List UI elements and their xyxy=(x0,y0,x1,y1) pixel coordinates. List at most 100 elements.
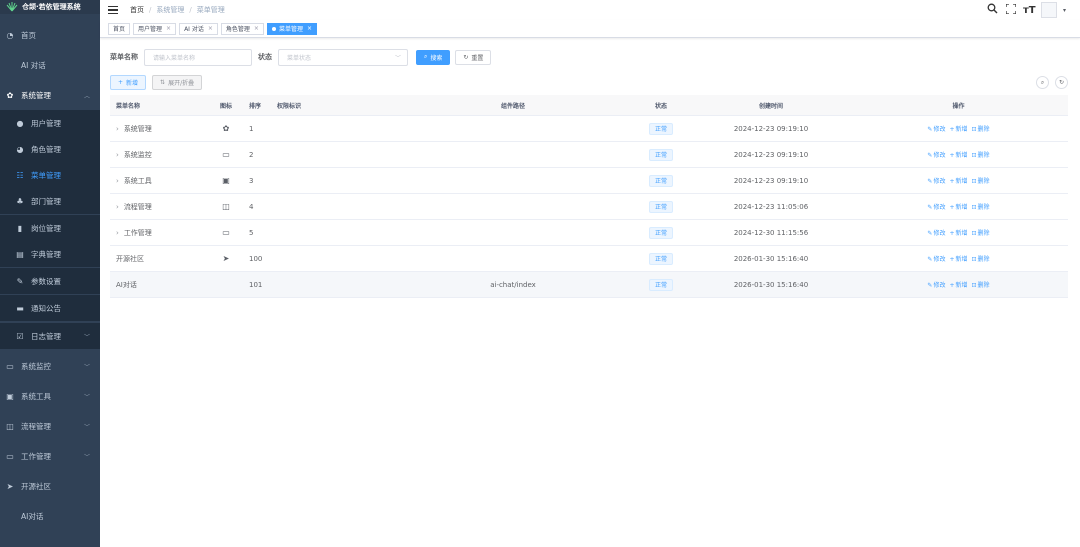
col-status: 状态 xyxy=(654,102,667,110)
tag-role[interactable]: 角色管理 × xyxy=(220,22,264,35)
sidebar-item-menu[interactable]: ☷ 菜单管理 xyxy=(0,162,100,188)
chevron-down-icon: ﹀ xyxy=(83,423,90,431)
table-row[interactable]: › 系统管理 ✿ 1 正常 2024-12-23 09:19:10 ✎修改 +新增 ⊡删除 xyxy=(110,116,1068,142)
hamburger-icon[interactable] xyxy=(108,6,118,14)
add-child-button[interactable]: +新增 xyxy=(949,176,967,185)
status-badge: 正常 xyxy=(648,148,673,161)
edit-button[interactable]: ✎修改 xyxy=(927,176,945,185)
add-button[interactable]: + 新增 xyxy=(110,75,147,90)
chevron-down-icon: ﹀ xyxy=(83,363,90,371)
toggle-search-button[interactable]: ⌕ xyxy=(1036,76,1049,89)
add-child-button[interactable]: +新增 xyxy=(949,124,967,133)
sidebar-item-ai-chat-2[interactable]: AI对话 xyxy=(0,503,100,529)
sidebar-item-monitor[interactable]: ▭ 系统监控 ﹀ xyxy=(0,353,100,379)
status-select[interactable]: 菜单状态 ﹀ xyxy=(278,48,408,66)
app-logo[interactable]: 仓颉·若依管理系统 xyxy=(0,0,100,14)
sidebar-item-tool[interactable]: ▣ 系统工具 ﹀ xyxy=(0,383,100,409)
add-child-button[interactable]: +新增 xyxy=(949,228,967,237)
sidebar-item-dict[interactable]: ▤ 字典管理 xyxy=(0,241,100,267)
edit-button[interactable]: ✎修改 xyxy=(927,150,945,159)
table-row[interactable]: › 系统工具 ▣ 3 正常 2024-12-23 09:19:10 ✎修改 +新增 ⊡删除 xyxy=(110,168,1068,194)
edit-button[interactable]: ✎修改 xyxy=(927,124,945,133)
tool-icon: ▣ xyxy=(6,391,14,401)
delete-button[interactable]: ⊡删除 xyxy=(972,124,990,133)
add-child-button[interactable]: +新增 xyxy=(949,202,967,211)
search-button[interactable]: ⌕ 搜索 xyxy=(416,49,451,65)
sidebar-item-flow[interactable]: ◫ 流程管理 ﹀ xyxy=(0,413,100,439)
edit-button[interactable]: ✎修改 xyxy=(927,254,945,263)
edit-button[interactable]: ✎修改 xyxy=(927,280,945,289)
fullscreen-icon[interactable] xyxy=(1005,2,1017,17)
close-icon[interactable]: × xyxy=(307,25,312,32)
caret-down-icon[interactable]: ▾ xyxy=(1063,7,1066,14)
add-child-button[interactable]: +新增 xyxy=(949,280,967,289)
menu-name-label: 菜单名称 xyxy=(110,53,138,61)
sidebar-item-dept[interactable]: ♣ 部门管理 xyxy=(0,188,100,214)
cell-operations: ✎修改 +新增 ⊡删除 xyxy=(849,124,1068,133)
delete-button[interactable]: ⊡删除 xyxy=(972,150,990,159)
tag-home[interactable]: 首页 xyxy=(108,22,131,35)
status-badge: 正常 xyxy=(648,174,673,187)
logo-icon xyxy=(6,2,18,12)
delete-button[interactable]: ⊡删除 xyxy=(972,176,990,185)
sidebar-item-ai-chat[interactable]: AI 对话 xyxy=(0,52,100,78)
tag-ai-chat[interactable]: AI 对话 × xyxy=(179,22,218,35)
sidebar-item-config[interactable]: ✎ 参数设置 xyxy=(0,268,100,294)
reset-button[interactable]: ↻ 重置 xyxy=(455,49,492,65)
cell-operations: ✎修改 +新增 ⊡删除 xyxy=(849,202,1068,211)
add-child-button[interactable]: +新增 xyxy=(949,254,967,263)
expand-icon[interactable]: › xyxy=(116,177,119,185)
expand-icon[interactable]: › xyxy=(116,203,119,211)
cell-operations: ✎修改 +新增 ⊡删除 xyxy=(849,254,1068,263)
table-row[interactable]: 开源社区 ➤ 100 正常 2026-01-30 15:16:40 ✎修改 +新增 ⊡删除 xyxy=(110,246,1068,272)
search-icon: ⌕ xyxy=(424,53,428,60)
close-icon[interactable]: × xyxy=(254,25,259,32)
cell-menu-name: AI对话 xyxy=(116,280,137,289)
cell-menu-name: › 工作管理 xyxy=(116,228,152,237)
sidebar-item-community[interactable]: ➤ 开源社区 xyxy=(0,473,100,499)
sidebar-item-system[interactable]: ✿ 系统管理 ︿ xyxy=(0,82,100,108)
sidebar-item-post[interactable]: ▮ 岗位管理 xyxy=(0,215,100,241)
col-sort: 排序 xyxy=(249,102,262,110)
table-row[interactable]: › 系统监控 ▭ 2 正常 2024-12-23 09:19:10 ✎修改 +新增 ⊡删除 xyxy=(110,142,1068,168)
refresh-button[interactable]: ↻ xyxy=(1055,76,1068,89)
cell-operations: ✎修改 +新增 ⊡删除 xyxy=(849,150,1068,159)
delete-button[interactable]: ⊡删除 xyxy=(972,280,990,289)
sidebar-item-user[interactable]: ● 用户管理 xyxy=(0,110,100,136)
expand-icon[interactable]: › xyxy=(116,125,119,133)
plus-icon: + xyxy=(949,282,955,289)
expand-icon[interactable]: › xyxy=(116,151,119,159)
font-size-icon[interactable]: тT xyxy=(1023,5,1036,16)
menu-name-input[interactable]: 请输入菜单名称 xyxy=(144,48,252,66)
breadcrumb: 首页 / 系统管理 / 菜单管理 xyxy=(130,5,225,15)
avatar[interactable] xyxy=(1040,2,1057,18)
sidebar-item-log[interactable]: ☑ 日志管理 ﹀ xyxy=(0,323,100,349)
delete-button[interactable]: ⊡删除 xyxy=(972,254,990,263)
add-child-button[interactable]: +新增 xyxy=(949,150,967,159)
work-icon: ▭ xyxy=(222,228,230,237)
sidebar-item-work[interactable]: ▭ 工作管理 ﹀ xyxy=(0,443,100,469)
edit-icon: ✎ xyxy=(16,276,24,286)
delete-button[interactable]: ⊡删除 xyxy=(972,202,990,211)
breadcrumb-home[interactable]: 首页 xyxy=(130,5,144,15)
table-row[interactable]: AI对话 101 ai-chat/index 正常 2026-01-30 15:16:4… xyxy=(110,272,1068,298)
search-icon[interactable] xyxy=(987,3,999,17)
close-icon[interactable]: × xyxy=(166,25,171,32)
table-row[interactable]: › 工作管理 ▭ 5 正常 2024-12-30 11:15:56 ✎修改 +新增 ⊡删除 xyxy=(110,220,1068,246)
chevron-up-icon: ︿ xyxy=(83,92,90,100)
trash-icon: ⊡ xyxy=(971,282,977,289)
delete-button[interactable]: ⊡删除 xyxy=(972,228,990,237)
sidebar-item-notice[interactable]: ▬ 通知公告 xyxy=(0,295,100,321)
cell-create-time: 2024-12-23 09:19:10 xyxy=(733,124,809,133)
sidebar-item-home[interactable]: ◔ 首页 xyxy=(0,22,100,48)
sidebar-item-role[interactable]: ◕ 角色管理 xyxy=(0,136,100,162)
edit-button[interactable]: ✎修改 xyxy=(927,202,945,211)
tag-user[interactable]: 用户管理 × xyxy=(133,22,177,35)
cell-status: 正常 xyxy=(629,278,693,291)
tag-menu[interactable]: 菜单管理 × xyxy=(266,22,317,35)
expand-toggle-button[interactable]: ⇅ 展开/折叠 xyxy=(152,75,203,90)
table-row[interactable]: › 流程管理 ◫ 4 正常 2024-12-23 11:05:06 ✎修改 +新增 ⊡删除 xyxy=(110,194,1068,220)
edit-button[interactable]: ✎修改 xyxy=(927,228,945,237)
close-icon[interactable]: × xyxy=(208,25,213,32)
expand-icon[interactable]: › xyxy=(116,229,119,237)
